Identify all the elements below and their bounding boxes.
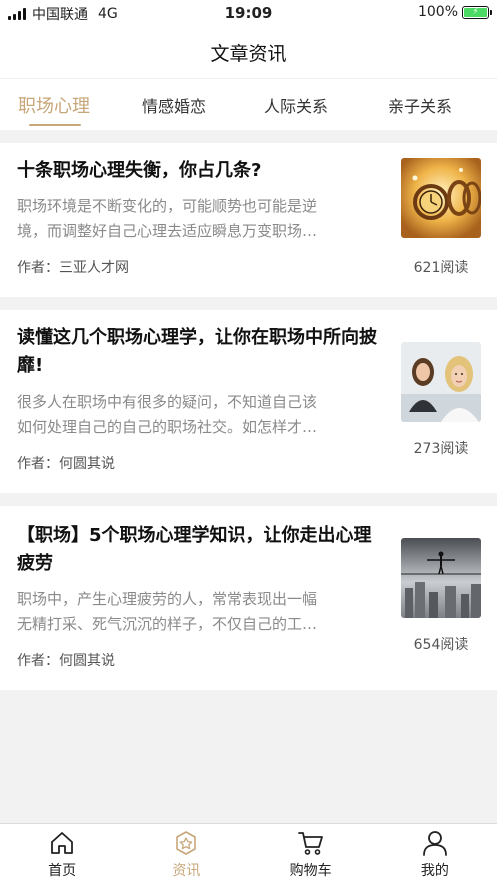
article-title: 读懂这几个职场心理学，让你在职场中所向披 靡! [17,324,399,380]
tab-label: 人际关系 [263,97,328,116]
women-thumbnail [401,342,481,422]
tab-label: 亲子关系 [387,97,452,116]
article-read-count: 273阅读 [413,441,469,457]
news-icon [176,831,197,855]
article-title: 【职场】5个职场心理学知识，让你走出心理 疲劳 [17,522,399,578]
tab-love-marriage[interactable]: 情感婚恋 [120,79,228,131]
tabbar-label: 资讯 [172,863,201,879]
article-title: 十条职场心理失衡，你占几条? [17,157,399,185]
article-card[interactable]: 十条职场心理失衡，你占几条? 职场环境是不断变化的，可能顺势也可能是逆 境，而调… [0,143,497,297]
category-tabs: 职场心理 情感婚恋 人际关系 亲子关系 [0,78,497,130]
status-right: 100% ⚡ [417,4,492,20]
article-read-count: 621阅读 [413,260,469,276]
article-card[interactable]: 【职场】5个职场心理学知识，让你走出心理 疲劳 职场中，产生心理疲劳的人，常常表… [0,506,497,690]
profile-icon [422,831,447,856]
status-bar: 中国联通 4G 19:09 100% ⚡ [0,0,497,26]
article-summary: 职场中，产生心理疲劳的人，常常表现出一幅 无精打采、死气沉沉的样子，不仅自己的工… [17,587,357,637]
article-summary: 职场环境是不断变化的，可能顺势也可能是逆 境，而调整好自己心理去适应瞬息万变职场… [17,194,357,244]
article-summary: 很多人在职场中有很多的疑问，不知道自己该 如何处理自己的自己的职场社交。如怎样才… [17,390,357,440]
article-title-line: 疲劳 [17,553,53,574]
summary-line: 无精打采、死气沉沉的样子，不仅自己的工… [17,615,318,633]
summary-line: 如何处理自己的自己的职场社交。如怎样才… [17,418,318,436]
battery-icon: ⚡ [462,5,492,19]
home-icon [51,832,74,854]
summary-line: 境，而调整好自己心理去适应瞬息万变职场… [17,222,318,240]
summary-line: 职场环境是不断变化的，可能顺势也可能是逆 [17,197,318,215]
tab-relationships[interactable]: 人际关系 [242,79,350,131]
tabbar-label: 首页 [48,863,77,879]
article-title-line: 十条职场心理失衡，你占几条? [17,160,262,181]
tab-parenting[interactable]: 亲子关系 [366,79,474,131]
clock-thumbnail [401,158,481,238]
article-title-line: 靡! [17,355,44,376]
article-card[interactable]: 读懂这几个职场心理学，让你在职场中所向披 靡! 很多人在职场中有很多的疑问，不知… [0,310,497,493]
article-read-count: 654阅读 [413,637,469,653]
battery-percent: 100% [417,4,458,20]
article-title-line: 读懂这几个职场心理学，让你在职场中所向披 [17,327,377,348]
cart-icon [297,832,323,855]
article-title-line: 【职场】5个职场心理学知识，让你走出心理 [17,525,372,546]
page-title: 文章资讯 [210,42,287,65]
tabbar-item-home[interactable]: 首页 [0,824,124,883]
article-author: 作者：何圆其说 [17,456,115,472]
summary-line: 职场中，产生心理疲劳的人，常常表现出一幅 [17,590,318,608]
tightrope-thumbnail [401,538,481,618]
tabbar-item-cart[interactable]: 购物车 [249,824,373,883]
article-author: 作者：何圆其说 [17,653,115,669]
tab-active-indicator [29,124,81,126]
tab-label: 情感婚恋 [141,97,206,116]
tabbar-label: 我的 [420,863,449,879]
nav-bar: 文章资讯 [0,26,497,78]
article-author: 作者：三亚人才网 [17,260,129,276]
tabbar-item-news[interactable]: 资讯 [124,824,248,883]
tabbar-item-profile[interactable]: 我的 [373,824,497,883]
bottom-tab-bar: 首页 资讯 购物车 我的 [0,823,497,883]
tab-label: 职场心理 [18,96,90,117]
summary-line: 很多人在职场中有很多的疑问，不知道自己该 [17,393,318,411]
tabbar-label: 购物车 [289,863,332,879]
